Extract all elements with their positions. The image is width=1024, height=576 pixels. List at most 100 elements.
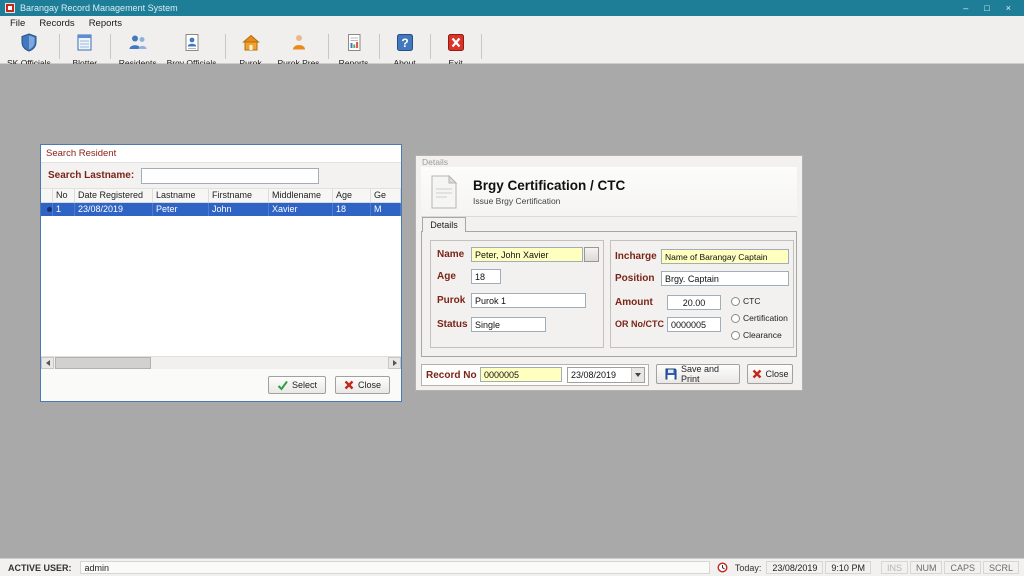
- save-disk-icon: [665, 368, 677, 380]
- report-chart-icon: [344, 33, 364, 57]
- menu-bar: File Records Reports: [0, 16, 1024, 30]
- position-field[interactable]: Brgy. Captain: [661, 271, 789, 286]
- toolbar-purok-button[interactable]: Purok: [229, 31, 273, 68]
- toolbar-sk-officials-button[interactable]: SK Officials: [2, 31, 56, 68]
- toolbar: SK Officials Blotter Residents Brgy Offi…: [0, 30, 1024, 68]
- cell-firstname: John: [209, 203, 269, 216]
- toolbar-about-button[interactable]: ? About: [383, 31, 427, 68]
- age-label: Age: [437, 271, 456, 282]
- minimize-button[interactable]: –: [963, 0, 968, 16]
- grid-header-row: No Date Registered Lastname Firstname Mi…: [41, 189, 401, 203]
- clock-icon: [717, 562, 728, 573]
- grid-header-firstname[interactable]: Firstname: [209, 189, 269, 202]
- ledger-icon: [75, 33, 95, 57]
- select-button-label: Select: [291, 380, 317, 390]
- cell-lastname: Peter: [153, 203, 209, 216]
- select-button[interactable]: Select: [267, 376, 326, 394]
- indicator-scrl: SCRL: [982, 561, 1019, 574]
- record-no-field[interactable]: 0000005: [480, 367, 562, 382]
- cell-gender: M: [371, 203, 401, 216]
- purok-label: Purok: [437, 295, 466, 306]
- radio-ctc[interactable]: CTC: [731, 296, 760, 306]
- incharge-field[interactable]: Name of Barangay Captain: [661, 249, 789, 264]
- details-header: Brgy Certification / CTC Issue Brgy Cert…: [421, 167, 797, 217]
- row-marker-dot: [47, 207, 52, 212]
- tab-details[interactable]: Details: [422, 217, 466, 232]
- page-title: Brgy Certification / CTC: [473, 177, 626, 193]
- page-subtitle: Issue Brgy Certification: [473, 195, 561, 206]
- cell-date-registered: 23/08/2019: [75, 203, 153, 216]
- red-x-icon: [752, 369, 762, 379]
- maximize-button[interactable]: □: [984, 0, 989, 16]
- grid-header-lastname[interactable]: Lastname: [153, 189, 209, 202]
- combobox-dropdown-button[interactable]: [631, 368, 644, 382]
- or-no-ctc-label: OR No/CTC: [615, 319, 664, 329]
- grid-header-age[interactable]: Age: [333, 189, 371, 202]
- title-bar: Barangay Record Management System – □ ×: [0, 0, 1024, 16]
- toolbar-separator: [109, 34, 111, 59]
- grid-header-date-registered[interactable]: Date Registered: [75, 189, 153, 202]
- record-no-label: Record No: [426, 370, 477, 381]
- scroll-right-icon: [392, 360, 397, 366]
- name-label: Name: [437, 249, 465, 260]
- name-field[interactable]: Peter, John Xavier: [471, 247, 583, 262]
- question-mark-icon: ?: [395, 33, 415, 57]
- menu-records[interactable]: Records: [32, 18, 81, 29]
- radio-clearance-label: Clearance: [743, 330, 782, 340]
- close-search-button[interactable]: Close: [334, 376, 390, 394]
- radio-clearance[interactable]: Clearance: [731, 330, 782, 340]
- toolbar-reports-button[interactable]: Reports: [332, 31, 376, 68]
- cell-middlename: Xavier: [269, 203, 333, 216]
- search-lastname-input[interactable]: [141, 167, 320, 184]
- purok-field[interactable]: Purok 1: [471, 293, 586, 308]
- age-field[interactable]: 18: [471, 269, 501, 284]
- cell-age: 18: [333, 203, 371, 216]
- record-date-combobox[interactable]: 23/08/2019: [567, 367, 645, 383]
- toolbar-blotter-button[interactable]: Blotter: [63, 31, 107, 68]
- toolbar-separator: [58, 34, 60, 59]
- red-x-icon: [344, 380, 354, 390]
- close-details-button[interactable]: Close: [747, 364, 793, 384]
- app-icon: [5, 3, 15, 13]
- close-button[interactable]: ×: [1006, 0, 1011, 16]
- resident-info-group: Name Peter, John Xavier Age 18 Purok Pur…: [430, 240, 604, 348]
- save-and-print-button[interactable]: Save and Print: [656, 364, 740, 384]
- green-check-icon: [277, 380, 288, 391]
- name-browse-button[interactable]: [584, 247, 599, 262]
- position-label: Position: [615, 273, 655, 284]
- grid-header-middlename[interactable]: Middlename: [269, 189, 333, 202]
- scroll-right-button[interactable]: [388, 357, 401, 369]
- amount-field[interactable]: 20.00: [667, 295, 721, 310]
- mdi-client-area: Search Resident Search Lastname: No Date…: [0, 64, 1024, 558]
- toolbar-separator: [480, 34, 482, 59]
- chevron-down-icon: [635, 373, 641, 377]
- toolbar-separator: [429, 34, 431, 59]
- toolbar-brgy-officials-button[interactable]: Brgy Officials: [162, 31, 222, 68]
- grid-header-marker: [41, 189, 53, 202]
- scrollbar-track[interactable]: [151, 357, 388, 369]
- amount-label: Amount: [615, 297, 653, 308]
- or-no-ctc-field[interactable]: 0000005: [667, 317, 721, 332]
- scrollbar-thumb[interactable]: [55, 357, 151, 369]
- grid-header-gender[interactable]: Ge: [371, 189, 401, 202]
- scroll-left-button[interactable]: [41, 357, 54, 369]
- menu-reports[interactable]: Reports: [82, 18, 129, 29]
- status-field[interactable]: Single: [471, 317, 546, 332]
- radio-certification[interactable]: Certification: [731, 313, 788, 323]
- search-band: Search Lastname:: [41, 162, 401, 189]
- record-date-value: 23/08/2019: [571, 370, 617, 380]
- toolbar-purok-pres-button[interactable]: Purok Pres: [273, 31, 325, 68]
- toolbar-separator: [224, 34, 226, 59]
- search-lastname-label: Search Lastname:: [48, 170, 135, 181]
- radio-circle-icon: [731, 313, 740, 323]
- radio-circle-icon: [731, 296, 740, 306]
- menu-file[interactable]: File: [3, 18, 32, 29]
- toolbar-residents-button[interactable]: Residents: [114, 31, 162, 68]
- toolbar-exit-button[interactable]: Exit: [434, 31, 478, 68]
- table-row[interactable]: 1 23/08/2019 Peter John Xavier 18 M: [41, 203, 401, 216]
- search-window-footer: Select Close: [41, 369, 401, 401]
- people-icon: [128, 33, 148, 57]
- house-icon: [241, 33, 261, 57]
- status-label: Status: [437, 319, 468, 330]
- grid-header-no[interactable]: No: [53, 189, 75, 202]
